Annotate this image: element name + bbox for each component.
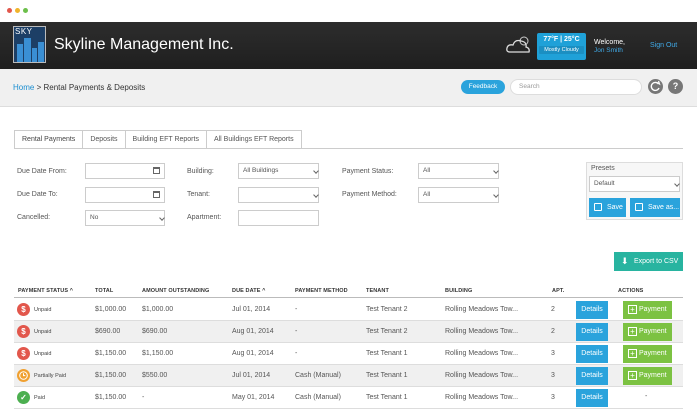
tab-all-buildings-eft-reports[interactable]: All Buildings EFT Reports (205, 130, 302, 149)
feedback-button[interactable]: Feedback (461, 80, 505, 94)
save-preset-button[interactable]: Save (589, 198, 626, 217)
tab-bar: Rental Payments Deposits Building EFT Re… (14, 130, 302, 149)
weather-widget: 77°F | 25°C Mostly Cloudy (537, 33, 586, 60)
window-chrome (0, 0, 697, 22)
plus-icon: + (628, 305, 637, 314)
details-button[interactable]: Details (576, 301, 608, 319)
table-row: $ Unpaid $1,000.00 $1,000.00 Jul 01, 201… (14, 299, 683, 321)
calendar-icon[interactable] (153, 191, 160, 198)
minimize-window-dot[interactable] (15, 8, 20, 13)
weather-cloud-icon (506, 36, 530, 53)
column-header-total[interactable]: TOTAL (95, 288, 113, 294)
payment-method-label: Payment Method: (342, 191, 397, 198)
cancelled-label: Cancelled: (17, 214, 51, 221)
plus-icon: + (628, 371, 637, 380)
details-button[interactable]: Details (576, 389, 608, 407)
building-select[interactable]: All Buildings (238, 163, 319, 179)
plus-icon: + (628, 327, 637, 336)
table-header: PAYMENT STATUS ^ TOTAL AMOUNT OUTSTANDIN… (14, 285, 683, 298)
maximize-window-dot[interactable] (23, 8, 28, 13)
column-header-due-date[interactable]: DUE DATE ^ (232, 288, 265, 294)
details-button[interactable]: Details (576, 367, 608, 385)
refresh-icon[interactable] (648, 79, 663, 94)
check-icon: ✓ (17, 391, 30, 404)
download-icon: ⬇ (621, 256, 629, 266)
table-row: $ Unpaid $1,150.00 $1,150.00 Aug 01, 201… (14, 343, 683, 365)
page-title: Rental Payments & Deposits (43, 83, 146, 92)
payment-button[interactable]: + Payment (623, 367, 672, 385)
help-icon[interactable]: ? (668, 79, 683, 94)
plus-icon: + (628, 349, 637, 358)
due-date-to-field[interactable] (85, 187, 165, 203)
due-date-to-label: Due Date To: (17, 191, 58, 198)
column-header-actions: ACTIONS (618, 288, 644, 294)
column-header-payment-status[interactable]: PAYMENT STATUS ^ (18, 288, 73, 294)
details-button[interactable]: Details (576, 345, 608, 363)
tab-deposits[interactable]: Deposits (82, 130, 126, 149)
dollar-icon: $ (17, 347, 30, 360)
breadcrumb: Home > Rental Payments & Deposits (13, 83, 145, 92)
payment-button[interactable]: + Payment (623, 301, 672, 319)
company-logo[interactable]: SKY (13, 26, 46, 63)
breadcrumb-home-link[interactable]: Home (13, 83, 34, 92)
welcome-label: Welcome, (594, 39, 625, 46)
save-icon (635, 203, 643, 211)
column-header-amount-outstanding[interactable]: AMOUNT OUTSTANDING (142, 288, 209, 294)
save-icon (594, 203, 602, 211)
save-as-preset-button[interactable]: Save as... (630, 198, 680, 217)
payment-status-label: Payment Status: (342, 168, 394, 175)
weather-temp: 77°F | 25°C (543, 36, 580, 43)
brand-name: Skyline Management Inc. (54, 36, 234, 53)
due-date-from-field[interactable] (85, 163, 165, 179)
weather-condition: Mostly Cloudy (539, 46, 584, 54)
table-row: $ Unpaid $690.00 $690.00 Aug 01, 2014 - … (14, 321, 683, 343)
payment-status-select[interactable]: All (418, 163, 499, 179)
apartment-label: Apartment: (187, 214, 222, 221)
cancelled-select[interactable]: No (85, 210, 165, 226)
app-header: SKY Skyline Management Inc. 77°F | 25°C … (0, 22, 697, 69)
building-label: Building: (187, 168, 214, 175)
payment-button[interactable]: + Payment (623, 345, 672, 363)
clock-icon (17, 369, 30, 382)
payment-button[interactable]: + Payment (623, 323, 672, 341)
tenant-select[interactable] (238, 187, 319, 203)
details-button[interactable]: Details (576, 323, 608, 341)
presets-panel: Presets Default Save Save as... (586, 162, 683, 220)
dollar-icon: $ (17, 303, 30, 316)
breadcrumb-bar: Home > Rental Payments & Deposits Feedba… (0, 69, 697, 107)
table-row: Partially Paid $1,150.00 $550.00 Jul 01,… (14, 365, 683, 387)
welcome-block: Welcome, Jon Smith (594, 39, 625, 54)
column-header-building[interactable]: BUILDING (445, 288, 472, 294)
payment-method-select[interactable]: All (418, 187, 499, 203)
due-date-from-label: Due Date From: (17, 168, 67, 175)
tab-rental-payments[interactable]: Rental Payments (14, 130, 84, 149)
dollar-icon: $ (17, 325, 30, 338)
search-input[interactable]: Search (510, 79, 642, 95)
user-name-link[interactable]: Jon Smith (594, 47, 625, 54)
column-header-payment-method[interactable]: PAYMENT METHOD (295, 288, 348, 294)
tab-building-eft-reports[interactable]: Building EFT Reports (124, 130, 207, 149)
column-header-apt[interactable]: APT. (552, 288, 564, 294)
sign-out-link[interactable]: Sign Out (650, 42, 677, 49)
presets-title: Presets (591, 165, 615, 172)
table-row: ✓ Paid $1,150.00 - May 01, 2014 Cash (Ma… (14, 387, 683, 409)
export-csv-button[interactable]: ⬇ Export to CSV (614, 252, 683, 271)
tenant-label: Tenant: (187, 191, 210, 198)
no-payment-action: - (645, 393, 648, 400)
presets-select[interactable]: Default (589, 176, 680, 192)
calendar-icon[interactable] (153, 167, 160, 174)
apartment-field[interactable] (238, 210, 319, 226)
column-header-tenant[interactable]: TENANT (366, 288, 389, 294)
tab-divider (14, 148, 683, 149)
close-window-dot[interactable] (7, 8, 12, 13)
